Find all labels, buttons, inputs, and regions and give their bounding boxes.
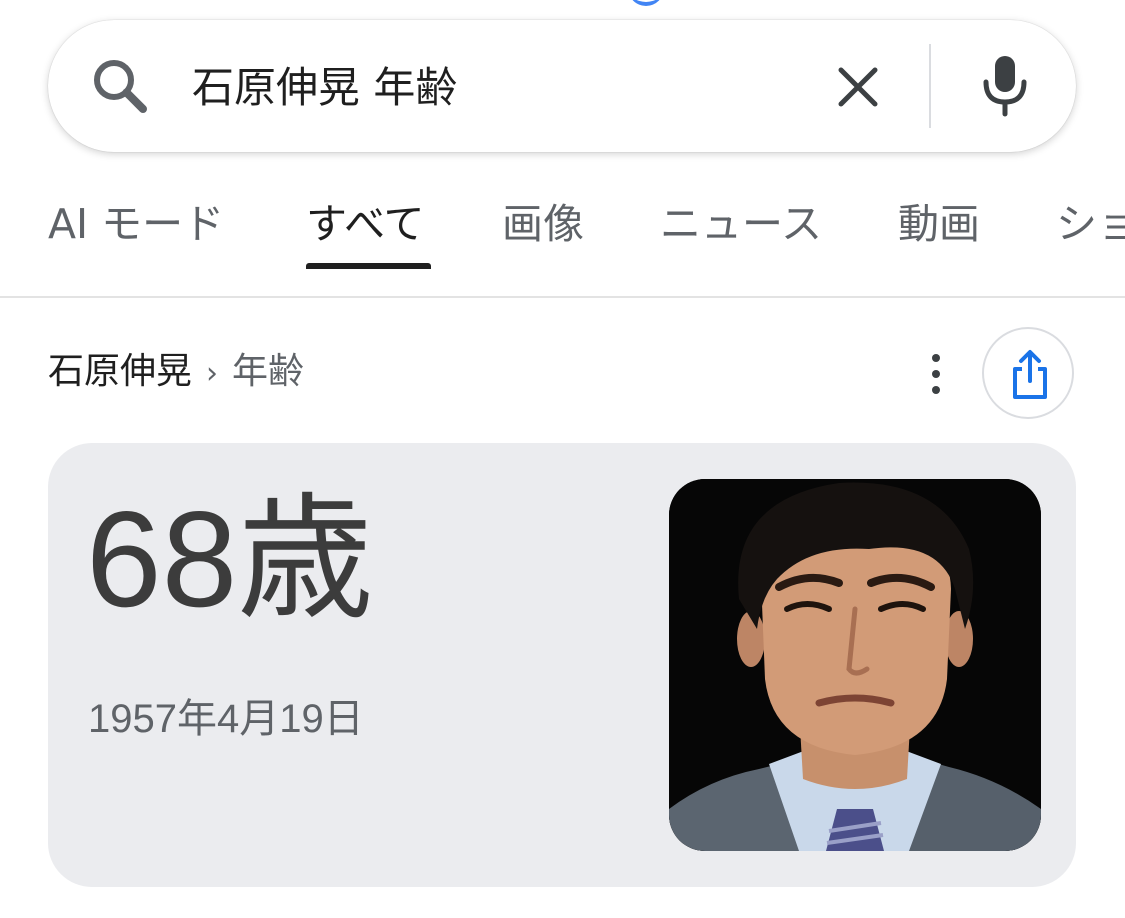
breadcrumb-attribute: 年齢 (232, 351, 305, 392)
birth-date: 1957年4月19日 (88, 697, 364, 741)
google-logo-fragment (628, 0, 664, 6)
tabs-divider (0, 296, 1125, 298)
age-answer-card: 68歳 1957年4月19日 (48, 443, 1076, 887)
tab-shopping[interactable]: ショ (1056, 198, 1125, 250)
age-value: 68歳 (86, 483, 374, 635)
portrait-image[interactable] (669, 479, 1041, 851)
share-icon (1013, 350, 1047, 399)
more-vert-icon[interactable] (922, 352, 950, 396)
tab-ai-mode[interactable]: AI モード (48, 198, 224, 250)
breadcrumb-separator: › (206, 356, 219, 391)
search-input[interactable]: 石原伸晃 年齢 (192, 60, 457, 116)
mic-icon[interactable] (980, 54, 1030, 118)
search-icon[interactable] (88, 54, 152, 118)
tab-images[interactable]: 画像 (502, 198, 584, 250)
tab-news[interactable]: ニュース (660, 198, 822, 250)
search-tabs: AI モード すべて 画像 ニュース 動画 ショ (0, 190, 1125, 298)
share-button[interactable] (982, 327, 1074, 419)
breadcrumb: 石原伸晃 › 年齢 (48, 346, 304, 400)
tab-all[interactable]: すべて (306, 198, 425, 250)
tab-videos[interactable]: 動画 (898, 198, 980, 250)
active-tab-indicator (306, 263, 431, 269)
clear-icon[interactable] (833, 62, 883, 112)
portrait-photo (669, 479, 1041, 851)
breadcrumb-entity[interactable]: 石原伸晃 (48, 351, 192, 392)
search-bar-divider (929, 44, 931, 128)
